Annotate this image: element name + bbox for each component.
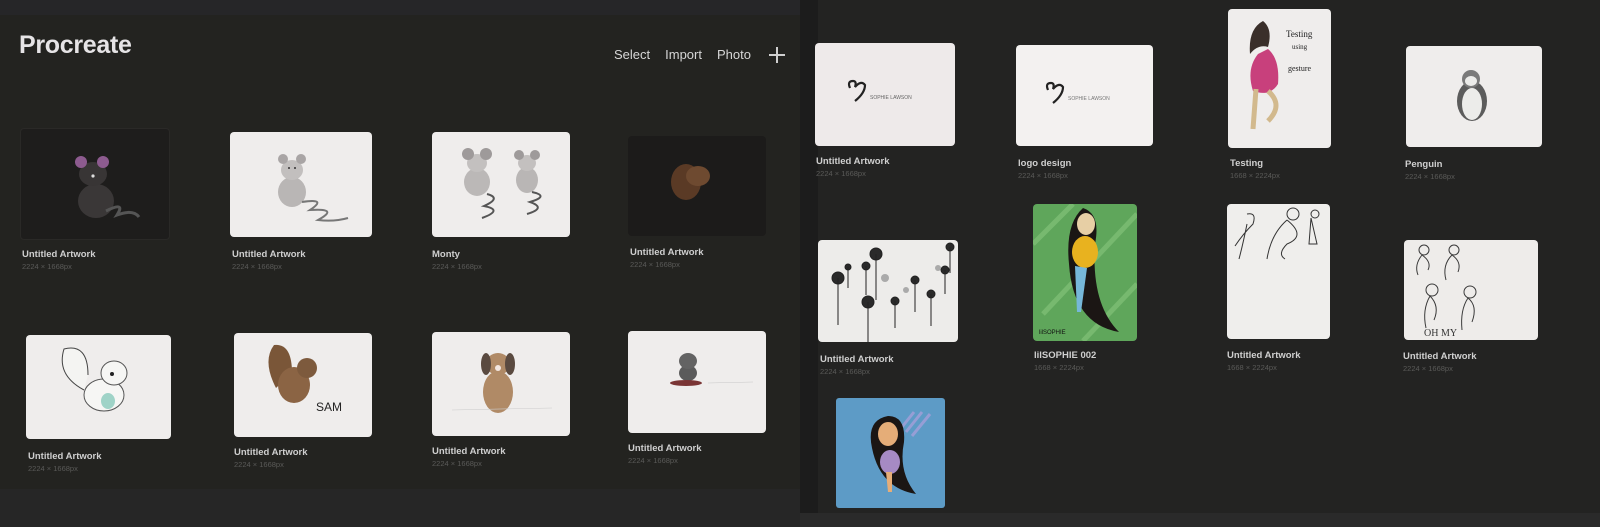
artwork-thumbnail [20, 128, 170, 240]
artwork-title: Untitled Artwork [630, 247, 704, 258]
new-canvas-plus-icon[interactable] [769, 47, 785, 63]
penguin-drawing-icon [1457, 70, 1487, 121]
artwork-size: 1668 × 2224px [1227, 363, 1277, 372]
artwork-thumbnail [836, 398, 945, 508]
logo-text: SOPHIE LAWSON [870, 95, 912, 101]
girl-green-bg-drawing-icon: lilSOPHIE [1033, 204, 1137, 341]
artwork-title: Untitled Artwork [234, 447, 308, 458]
artwork-thumbnail: Testing using gesture [1228, 9, 1331, 148]
artwork-thumbnail [1227, 204, 1330, 339]
artwork-size: 2224 × 1668px [432, 262, 482, 271]
artwork-size: 2224 × 1668px [630, 260, 680, 269]
artwork-title: Untitled Artwork [232, 249, 306, 260]
artwork-title: Untitled Artwork [432, 446, 506, 457]
app-title: Procreate [19, 31, 132, 59]
artwork-thumbnail [628, 331, 766, 433]
heart-logo-drawing-icon: SOPHIE LAWSON [1045, 81, 1110, 104]
import-button[interactable]: Import [665, 47, 702, 62]
artwork-size: 2224 × 1668px [432, 459, 482, 468]
logo-text: SOPHIE LAWSON [1068, 96, 1110, 102]
mouse-drawing-icon [278, 154, 349, 222]
mouse-drawing-icon [75, 156, 141, 219]
artwork-size: 2224 × 1668px [628, 456, 678, 465]
artwork-thumbnail: SAM [234, 333, 372, 437]
artwork-thumbnail: SOPHIE LAWSON [1016, 45, 1153, 146]
svg-text:using: using [1292, 43, 1308, 51]
artwork-thumbnail: SOPHIE LAWSON [815, 43, 955, 146]
artwork-title: Untitled Artwork [28, 451, 102, 462]
artwork-title: logo design [1018, 158, 1072, 169]
artwork-title: Untitled Artwork [820, 354, 894, 365]
artwork-thumbnail [1406, 46, 1542, 147]
artwork-title: Untitled Artwork [816, 156, 890, 167]
artwork-size: 1668 × 2224px [1034, 363, 1084, 372]
artwork-title: Untitled Artwork [22, 249, 96, 260]
artwork-title: Testing [1230, 158, 1264, 169]
svg-text:gesture: gesture [1288, 64, 1312, 73]
select-button[interactable]: Select [614, 47, 650, 62]
artwork-thumbnail: OH MY [1404, 240, 1538, 340]
svg-text:OH MY: OH MY [1424, 328, 1457, 339]
artwork-size: 2224 × 1668px [1018, 171, 1068, 180]
artwork-title: Untitled Artwork [1227, 350, 1301, 361]
gesture-sketch-drawing-icon [1234, 207, 1320, 260]
artwork-size: 1668 × 2224px [1230, 171, 1280, 180]
artwork-thumbnail [432, 132, 570, 237]
artwork-size: 2224 × 1668px [1405, 172, 1455, 181]
heart-logo-drawing-icon: SOPHIE LAWSON [847, 79, 912, 102]
artwork-thumbnail [818, 240, 958, 342]
artwork-size: 2224 × 1668px [820, 367, 870, 376]
artwork-size: 2224 × 1668px [816, 169, 866, 178]
two-mice-drawing-icon [462, 148, 542, 219]
artwork-size: 2224 × 1668px [22, 262, 72, 271]
artwork-thumbnail [26, 335, 171, 439]
white-squirrel-drawing-icon [61, 347, 128, 412]
artwork-thumbnail [628, 136, 766, 236]
gallery-panel-left: Procreate Select Import Photo Untitled A… [0, 0, 800, 527]
artwork-thumbnail [230, 132, 372, 237]
artwork-thumbnail: lilSOPHIE [1033, 204, 1137, 341]
svg-text:Testing: Testing [1286, 29, 1313, 39]
artwork-size: 2224 × 1668px [28, 464, 78, 473]
ink-drips-drawing-icon [831, 242, 955, 342]
girl-blue-bg-drawing-icon [870, 411, 932, 494]
cat-drawing-icon [670, 353, 754, 386]
artwork-thumbnail [432, 332, 570, 436]
signature-text: lilSOPHIE [1039, 330, 1066, 336]
svg-text:SAM: SAM [316, 400, 342, 414]
artwork-title: lilSOPHIE 002 [1034, 350, 1097, 361]
squirrel-drawing-icon [671, 164, 710, 200]
artwork-size: 2224 × 1668px [1403, 364, 1453, 373]
gesture-sketch-drawing-icon: OH MY [1416, 244, 1477, 339]
artwork-size: 2224 × 1668px [232, 262, 282, 271]
brown-squirrel-drawing-icon: SAM [268, 344, 342, 414]
artwork-title: Untitled Artwork [628, 443, 702, 454]
dog-drawing-icon [451, 353, 553, 413]
artwork-title: Untitled Artwork [1403, 351, 1477, 362]
artwork-title: Monty [432, 249, 460, 260]
gallery-toolbar: Select Import Photo [614, 47, 766, 62]
gallery-panel-right: SOPHIE LAWSON Untitled Artwork 2224 × 16… [800, 0, 1600, 527]
girl-pink-dress-drawing-icon: Testing using gesture [1249, 21, 1313, 130]
photo-button[interactable]: Photo [717, 47, 751, 62]
artwork-size: 2224 × 1668px [234, 460, 284, 469]
artwork-title: Penguin [1405, 159, 1443, 170]
